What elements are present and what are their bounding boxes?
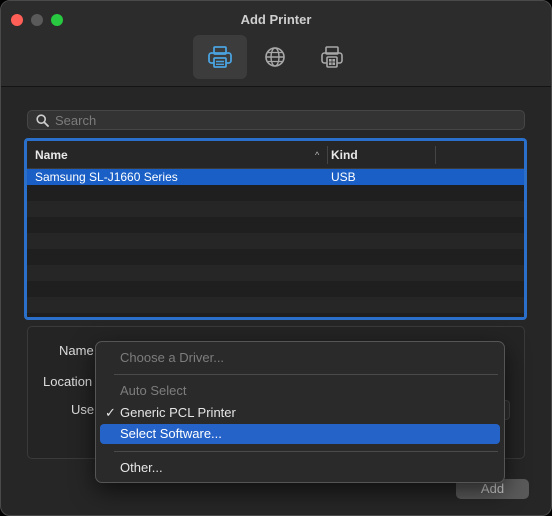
windows-printer-icon (321, 46, 343, 68)
search-placeholder: Search (55, 112, 97, 128)
empty-row (27, 249, 524, 265)
menu-item-select-software[interactable]: Select Software... (100, 424, 500, 444)
column-header-kind[interactable]: Kind (331, 148, 358, 162)
name-label: Name (59, 343, 94, 358)
menu-item-label: Generic PCL Printer (120, 405, 236, 420)
window-title: Add Printer (240, 12, 312, 27)
empty-row (27, 281, 524, 297)
add-printer-window: Add Printer Search Name ^ Kind Samsung S… (0, 0, 552, 516)
table-row[interactable]: Samsung SL-J1660 Series USB (27, 169, 524, 185)
menu-item-auto-select: Auto Select (120, 383, 187, 398)
use-label: Use (71, 402, 95, 417)
menu-separator (114, 451, 498, 452)
empty-row (27, 201, 524, 217)
globe-icon (265, 47, 285, 67)
column-divider[interactable] (327, 146, 328, 164)
column-header-name[interactable]: Name (35, 148, 68, 162)
printer-name-cell: Samsung SL-J1660 Series (35, 170, 178, 184)
empty-row (27, 265, 524, 281)
table-header: Name ^ Kind (27, 141, 524, 169)
printer-list[interactable]: Name ^ Kind Samsung SL-J1660 Series USB (24, 138, 527, 320)
titlebar: Add Printer (1, 1, 551, 87)
printer-icon (208, 46, 232, 68)
ip-printer-tab[interactable] (248, 35, 302, 79)
table-rows: Samsung SL-J1660 Series USB (27, 169, 524, 317)
empty-row (27, 233, 524, 249)
empty-row (27, 217, 524, 233)
checkmark-icon: ✓ (105, 405, 116, 420)
driver-dropdown-menu: Choose a Driver... Auto Select ✓ Generic… (95, 341, 505, 483)
printer-kind-cell: USB (331, 170, 356, 184)
menu-separator (114, 374, 498, 375)
menu-item-choose-driver: Choose a Driver... (120, 350, 225, 365)
windows-printer-tab[interactable] (305, 35, 359, 79)
search-field[interactable]: Search (27, 110, 525, 130)
menu-item-generic-pcl[interactable]: ✓ Generic PCL Printer (100, 403, 500, 423)
empty-row (27, 185, 524, 201)
column-divider[interactable] (435, 146, 436, 164)
location-label: Location (43, 374, 93, 389)
empty-row (27, 297, 524, 313)
sort-ascending-icon: ^ (315, 149, 320, 160)
default-printer-tab[interactable] (193, 35, 247, 79)
menu-item-other[interactable]: Other... (100, 458, 500, 478)
empty-row (27, 313, 524, 317)
search-icon (36, 113, 49, 127)
